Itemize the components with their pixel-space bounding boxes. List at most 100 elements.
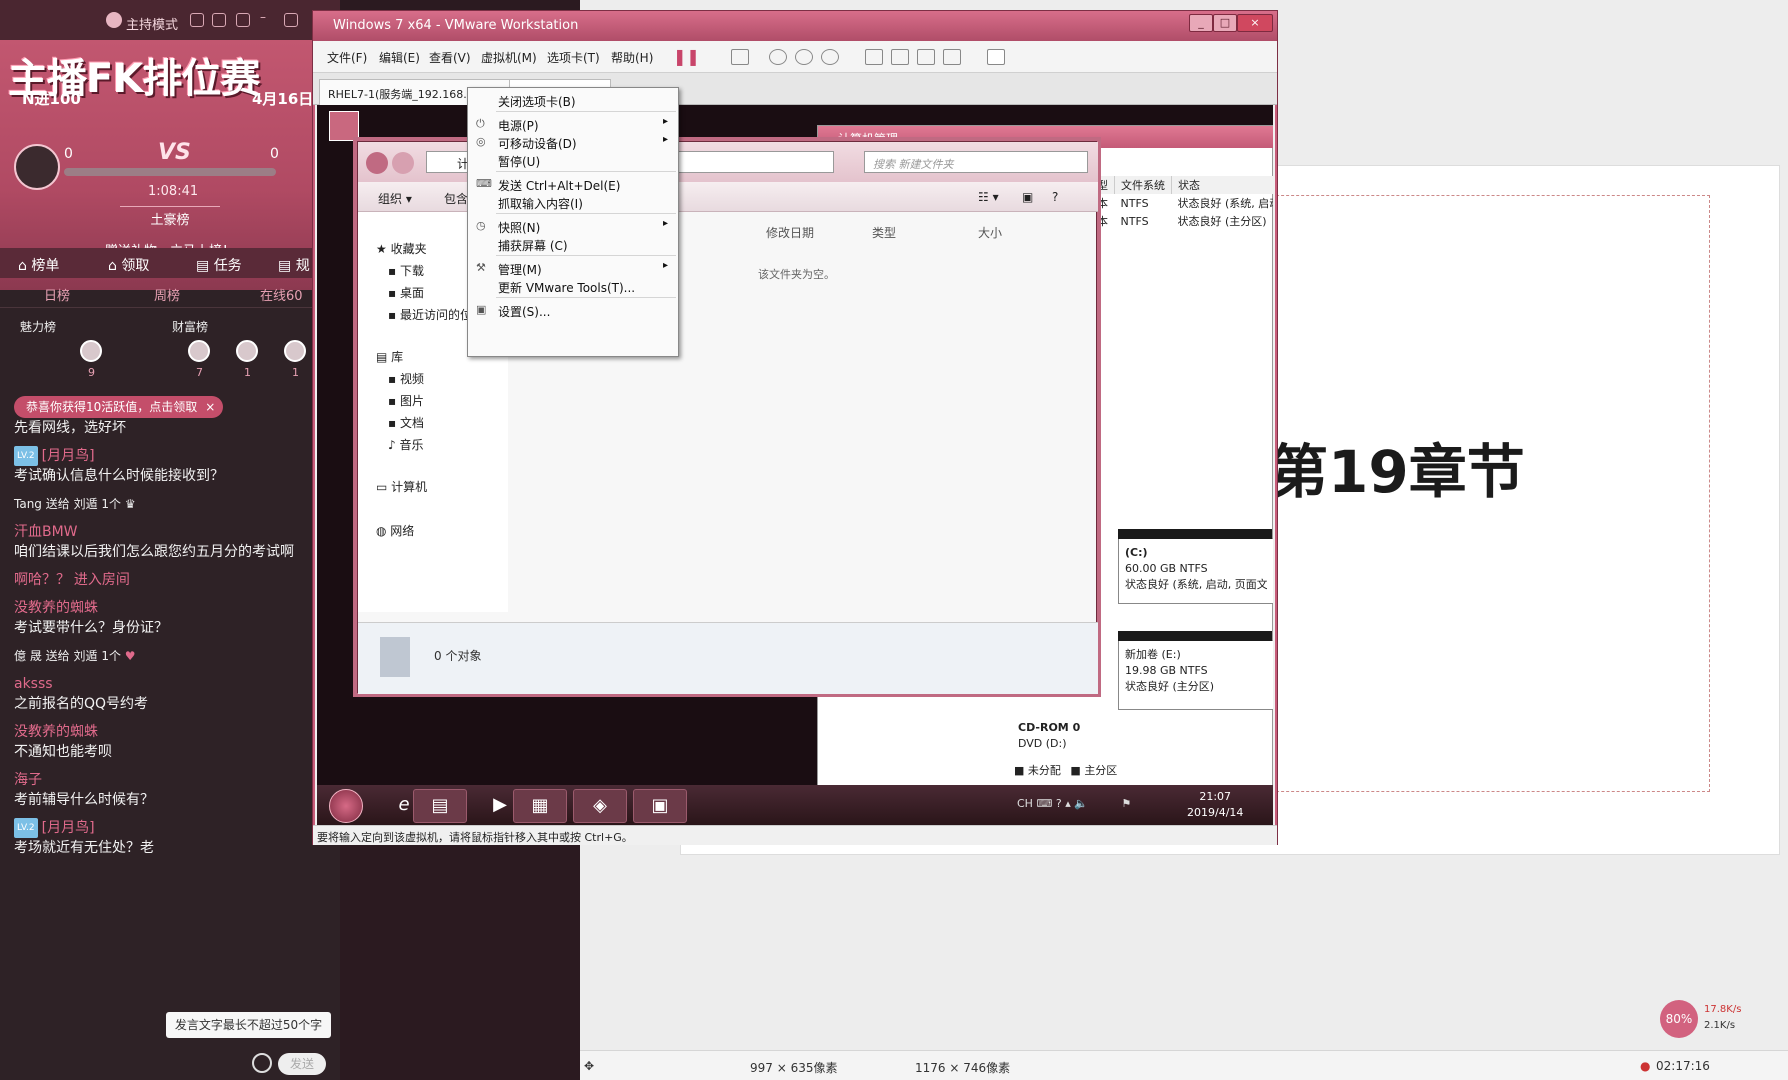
- menu-removable-devices[interactable]: ◎ 可移动设备(D) ▸: [468, 132, 678, 152]
- keyboard-icon[interactable]: ⌨: [1036, 797, 1052, 810]
- view-options-icon[interactable]: ☷ ▾: [978, 190, 999, 204]
- menu-power[interactable]: ⏻ 电源(P) ▸: [468, 114, 678, 134]
- tab-rules[interactable]: ▤ 规: [278, 255, 310, 275]
- menu-update-tools[interactable]: 更新 VMware Tools(T)...: [468, 276, 678, 296]
- sidebar-view-icon[interactable]: [865, 49, 883, 65]
- snapshot-icon[interactable]: [769, 49, 787, 65]
- computer-management-taskbar-icon[interactable]: ▦: [513, 789, 567, 823]
- back-icon[interactable]: [366, 152, 388, 174]
- volume-e[interactable]: 新加卷 (E:) 19.98 GB NTFS 状态良好 (主分区): [1118, 631, 1273, 710]
- minimize-icon[interactable]: –: [260, 10, 266, 24]
- col-size[interactable]: 大小: [978, 224, 1002, 241]
- preview-pane-icon[interactable]: ▣: [1022, 190, 1033, 204]
- volume-icon[interactable]: 🔈: [1074, 797, 1088, 810]
- menu-pause[interactable]: 暂停(U): [468, 150, 678, 170]
- maximize-button[interactable]: □: [1213, 14, 1237, 32]
- chat-username[interactable]: 没教养的蜘蛛: [14, 722, 310, 742]
- tab-online[interactable]: 在线60: [260, 285, 303, 304]
- chat-username[interactable]: [月月鸟]: [42, 448, 95, 464]
- send-button[interactable]: 发送: [278, 1053, 326, 1075]
- tab-weekly[interactable]: 周榜: [154, 285, 180, 304]
- menu-icon[interactable]: [236, 13, 250, 27]
- revert-snapshot-icon[interactable]: [795, 49, 813, 65]
- help-icon[interactable]: ?: [1052, 190, 1058, 204]
- slide-title[interactable]: 第19章节: [1270, 425, 1525, 509]
- menu-view[interactable]: 查看(V): [429, 49, 471, 66]
- menu-tabs[interactable]: 选项卡(T): [547, 49, 600, 66]
- nav-desktop[interactable]: ▪ 桌面: [388, 284, 424, 301]
- chat-username[interactable]: 海子: [14, 770, 310, 790]
- nav-library[interactable]: ▤ 库: [376, 348, 403, 365]
- guest-clock[interactable]: 21:07 2019/4/14: [1187, 789, 1243, 821]
- send-keys-icon[interactable]: [731, 49, 749, 65]
- nav-music[interactable]: ♪ 音乐: [388, 436, 424, 453]
- menu-send-cad[interactable]: ⌨ 发送 Ctrl+Alt+Del(E): [468, 174, 678, 194]
- flag-icon[interactable]: ⚑: [1121, 797, 1131, 810]
- wealth-avatar-2[interactable]: [236, 340, 258, 362]
- chat-username[interactable]: 没教养的蜘蛛: [14, 598, 310, 618]
- cdrom-label[interactable]: CD-ROM 0 DVD (D:): [1018, 720, 1080, 752]
- minimize-button[interactable]: _: [1189, 14, 1213, 32]
- tab-daily[interactable]: 日榜: [44, 285, 70, 304]
- menu-manage[interactable]: ⚒ 管理(M) ▸: [468, 258, 678, 278]
- col-type[interactable]: 类型: [872, 224, 896, 241]
- unity-icon[interactable]: [943, 49, 961, 65]
- external-icon[interactable]: [212, 13, 226, 27]
- close-button[interactable]: ×: [1237, 14, 1273, 32]
- fullscreen-icon[interactable]: [917, 49, 935, 65]
- nav-docs[interactable]: ▪ 文档: [388, 414, 424, 431]
- organize-button[interactable]: 组织 ▾: [378, 190, 412, 207]
- emoji-icon[interactable]: [252, 1053, 272, 1073]
- menu-snapshot[interactable]: ◷ 快照(N) ▸: [468, 216, 678, 236]
- anchor-avatar[interactable]: [14, 144, 60, 190]
- nav-video[interactable]: ▪ 视频: [388, 370, 424, 387]
- close-icon[interactable]: ×: [205, 396, 215, 418]
- menu-capture-screen[interactable]: 捕获屏幕 (C): [468, 234, 678, 254]
- explorer-taskbar-icon[interactable]: ▤: [413, 789, 467, 823]
- menu-close-tab[interactable]: 关闭选项卡(B): [468, 90, 678, 110]
- menu-vm[interactable]: 虚拟机(M): [481, 49, 537, 66]
- input-language[interactable]: CH: [1017, 797, 1033, 810]
- chat-username[interactable]: 汗血BMW: [14, 522, 310, 542]
- nav-download[interactable]: ▪ 下载: [388, 262, 424, 279]
- vmware-titlebar[interactable]: Windows 7 x64 - VMware Workstation _ □ ×: [313, 11, 1277, 41]
- tabs-view-icon[interactable]: [891, 49, 909, 65]
- wealth-avatar-1[interactable]: [188, 340, 210, 362]
- target-icon[interactable]: [190, 13, 204, 27]
- menu-help[interactable]: 帮助(H): [611, 49, 653, 66]
- control-panel-taskbar-icon[interactable]: ▣: [633, 789, 687, 823]
- tray-arrow-icon[interactable]: ▴: [1065, 797, 1071, 810]
- snapshot-manager-icon[interactable]: [821, 49, 839, 65]
- start-button[interactable]: [329, 789, 363, 823]
- volume-c[interactable]: (C:) 60.00 GB NTFS 状态良好 (系统, 启动, 页面文件: [1118, 529, 1273, 604]
- table-row[interactable]: 基本 NTFS 状态良好 (主分区): [1080, 212, 1273, 230]
- tab-claim[interactable]: ⌂ 领取: [108, 255, 149, 275]
- chat-username[interactable]: [月月鸟]: [42, 820, 95, 836]
- nav-pictures[interactable]: ▪ 图片: [388, 392, 424, 409]
- forward-icon[interactable]: [392, 152, 414, 174]
- maximize-icon[interactable]: [284, 13, 298, 27]
- menu-grab-input[interactable]: 抓取输入内容(I): [468, 192, 678, 212]
- chat-username[interactable]: aksss: [14, 674, 310, 694]
- nav-network[interactable]: ◍ 网络: [376, 522, 414, 539]
- col-modified[interactable]: 修改日期: [766, 224, 814, 241]
- tab-tasks[interactable]: ▤ 任务: [196, 255, 242, 275]
- charm-avatar[interactable]: [80, 340, 102, 362]
- pause-icon[interactable]: ❚❚: [673, 47, 700, 66]
- activity-notice[interactable]: 恭喜你获得10活跃值，点击领取 ×: [14, 396, 224, 418]
- nav-computer[interactable]: ▭ 计算机: [376, 478, 427, 495]
- network-taskbar-icon[interactable]: ◈: [573, 789, 627, 823]
- tab-list[interactable]: ⌂ 榜单: [18, 255, 59, 275]
- wealth-avatar-3[interactable]: [284, 340, 306, 362]
- menu-edit[interactable]: 编辑(E): [379, 49, 420, 66]
- desktop-icon[interactable]: [329, 111, 359, 141]
- menu-settings[interactable]: ▣ 设置(S)...: [468, 300, 678, 320]
- chat-text: 之前报名的QQ号约考: [14, 696, 149, 712]
- help-icon[interactable]: ?: [1056, 797, 1062, 810]
- guest-screen[interactable]: 计算机管理 类型 文件系统 状态 基本NTFS状态良好 (系统, 启动 基本NT…: [317, 105, 1273, 825]
- table-row[interactable]: 基本NTFS状态良好 (系统, 启动: [1080, 194, 1273, 212]
- console-icon[interactable]: [987, 49, 1005, 65]
- nav-favorites[interactable]: ★ 收藏夹: [376, 240, 427, 257]
- menu-file[interactable]: 文件(F): [327, 49, 367, 66]
- search-input[interactable]: 搜索 新建文件夹: [864, 151, 1088, 173]
